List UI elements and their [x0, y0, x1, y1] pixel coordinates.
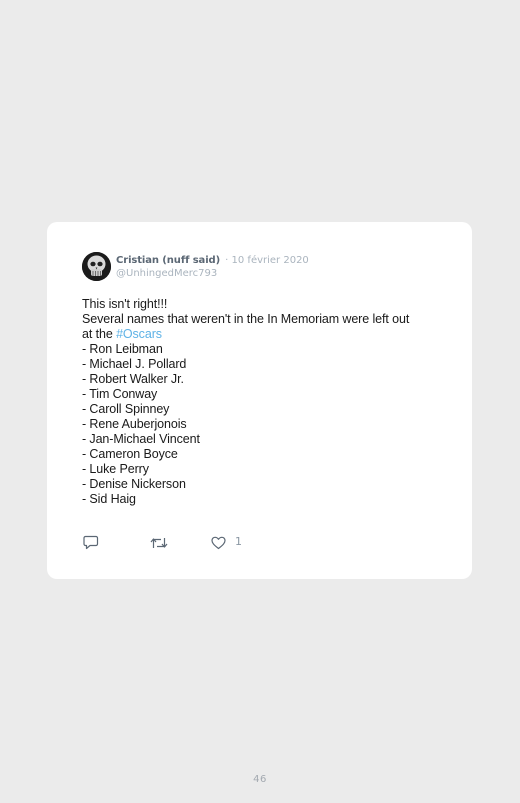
name-list-item: - Sid Haig: [82, 492, 136, 506]
tweet-line: This isn't right!!!: [82, 297, 168, 311]
author-handle[interactable]: @UnhingedMerc793: [116, 267, 309, 280]
page-number: 46: [253, 774, 267, 785]
tweet-line: at the #Oscars: [82, 327, 452, 342]
name-list-item: - Cameron Boyce: [82, 447, 178, 461]
tweet-line: Several names that weren't in the In Mem…: [82, 312, 410, 326]
tweet-actions: 1: [83, 535, 242, 550]
tweet-date[interactable]: · 10 février 2020: [225, 255, 309, 266]
skull-icon: [82, 252, 111, 281]
name-list-item: - Tim Conway: [82, 387, 158, 401]
name-list-item: - Ron Leibman: [82, 342, 163, 356]
reply-button[interactable]: [83, 535, 99, 550]
retweet-button[interactable]: [150, 536, 168, 550]
name-list-item: - Michael J. Pollard: [82, 357, 187, 371]
like-button[interactable]: 1: [211, 534, 242, 550]
retweet-icon: [150, 537, 168, 548]
hashtag-prefix: at the: [82, 327, 117, 341]
tweet-meta: Cristian (nuff said) · 10 février 2020 @…: [116, 251, 309, 280]
like-count: 1: [235, 534, 242, 548]
tweet-card: Cristian (nuff said) · 10 février 2020 @…: [47, 222, 472, 579]
name-list-item: - Robert Walker Jr.: [82, 372, 184, 386]
avatar[interactable]: [82, 252, 111, 281]
tweet-text: This isn't right!!! Several names that w…: [82, 297, 452, 507]
hashtag-link[interactable]: #Oscars: [116, 327, 162, 341]
name-list-item: - Rene Auberjonois: [82, 417, 187, 431]
tweet-header: Cristian (nuff said) · 10 février 2020 @…: [82, 251, 309, 281]
reply-icon: [83, 535, 99, 550]
name-list-item: - Denise Nickerson: [82, 477, 186, 491]
author-name[interactable]: Cristian (nuff said): [116, 255, 220, 266]
heart-icon: [211, 536, 226, 549]
name-list-item: - Luke Perry: [82, 462, 149, 476]
name-list-item: - Jan-Michael Vincent: [82, 432, 200, 446]
name-list-item: - Caroll Spinney: [82, 402, 170, 416]
